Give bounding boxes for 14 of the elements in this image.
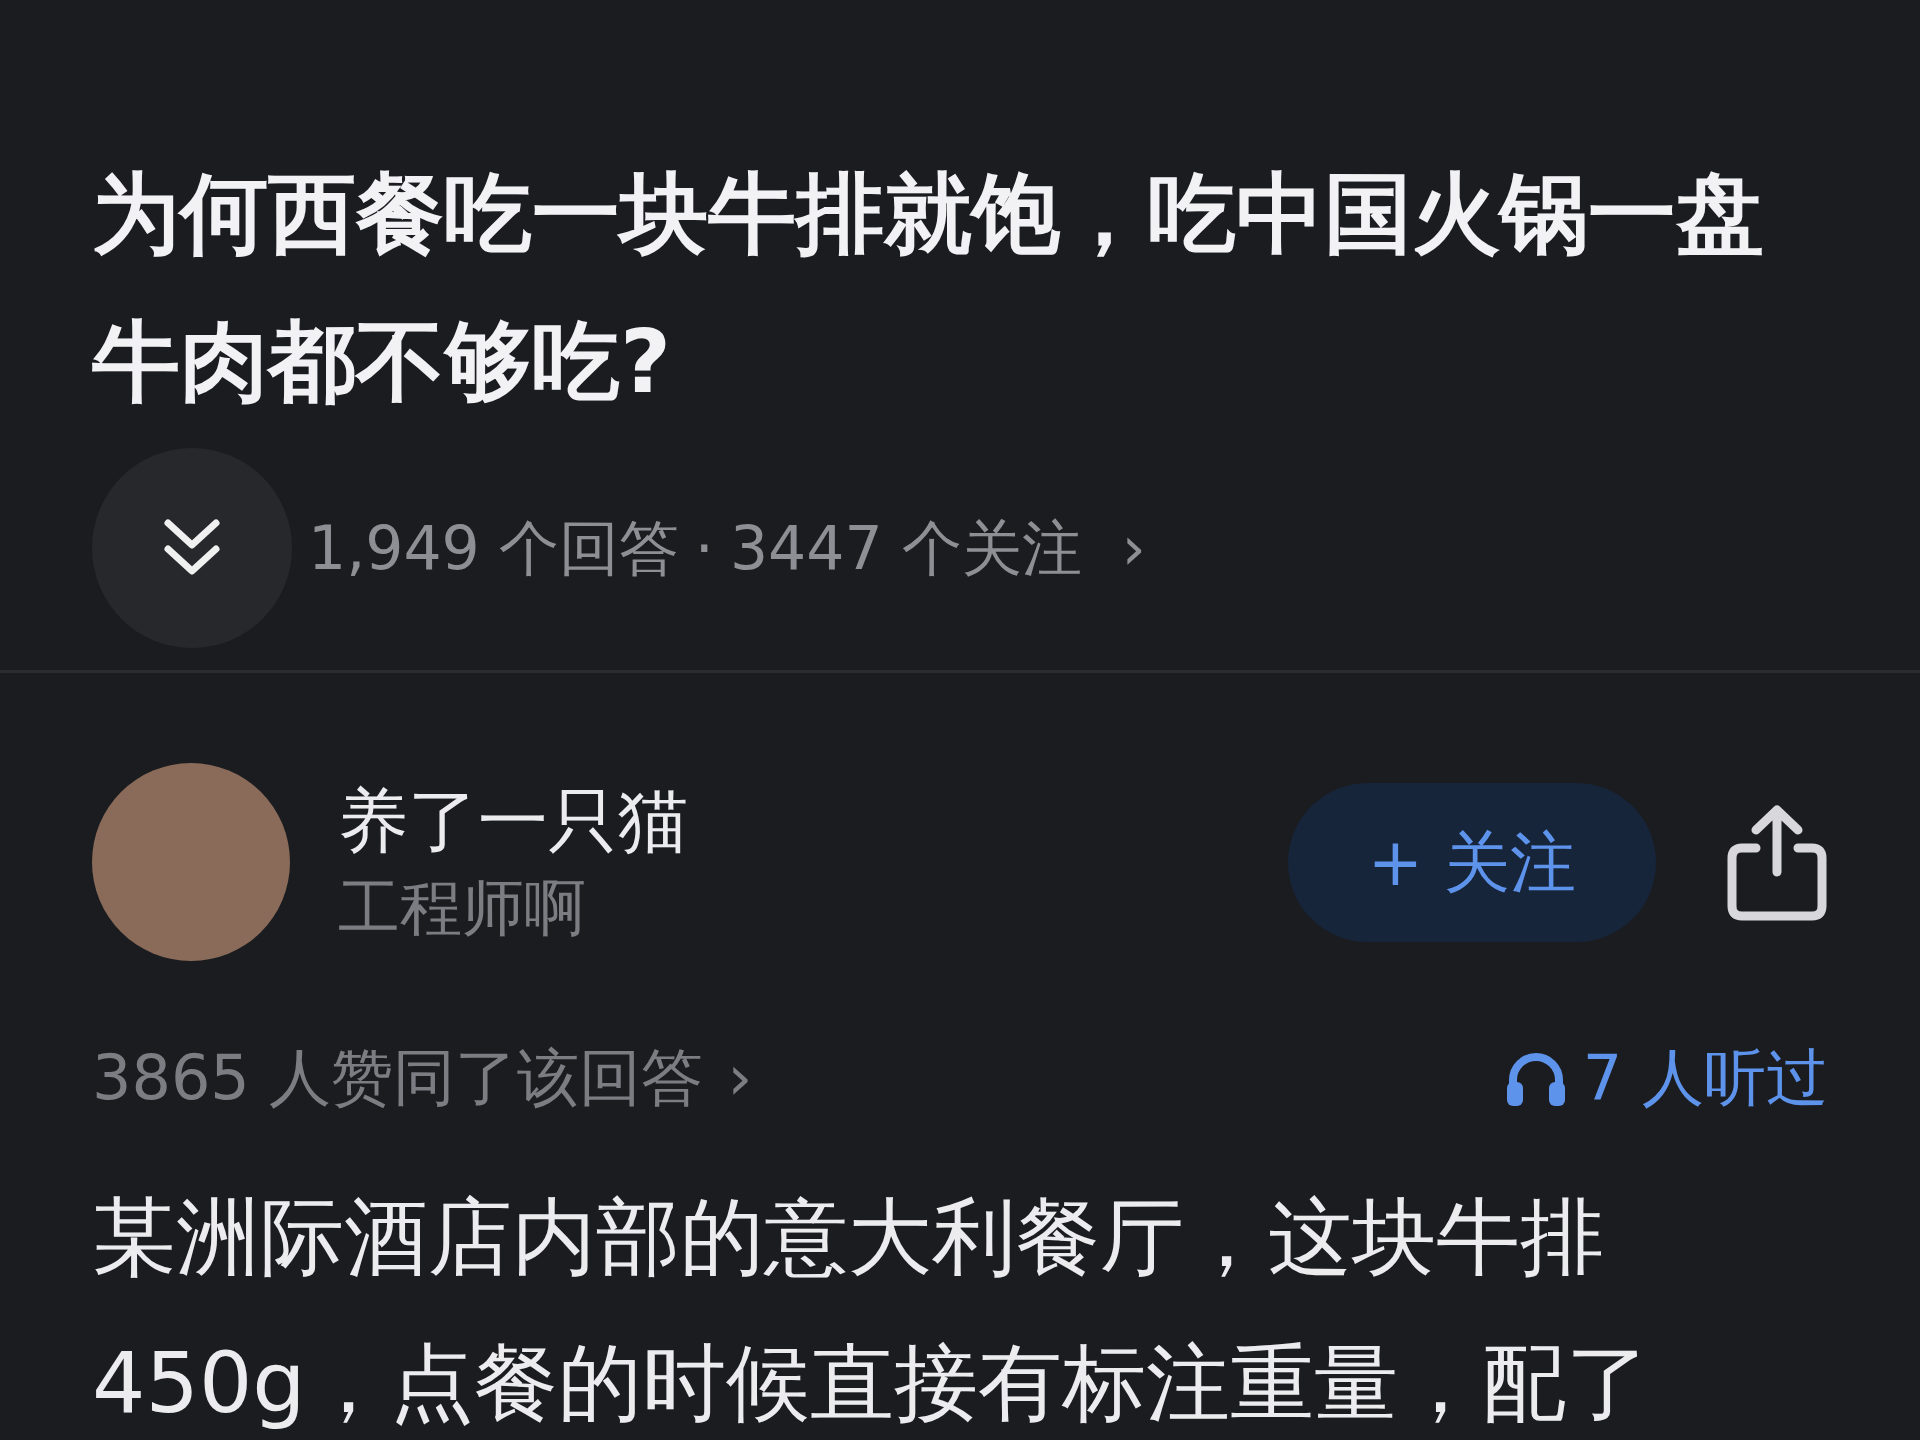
- agree-count[interactable]: 3865 人赞同了该回答: [92, 1031, 704, 1124]
- follow-button[interactable]: + 关注: [1287, 782, 1656, 942]
- answer-text: 某洲际酒店内部的意大利餐厅，这块牛排450g，点餐的时候直接有标注重量，配了: [92, 1187, 1651, 1434]
- listen-count: 7 人听过: [1582, 1040, 1828, 1116]
- chevron-icon[interactable]: ›: [1121, 503, 1146, 593]
- separator: ·: [694, 512, 714, 585]
- answers-count[interactable]: 1,949 个回答: [308, 503, 679, 593]
- author-bio: 工程师啊: [338, 870, 587, 946]
- followers-count[interactable]: 3447 个关注: [729, 503, 1082, 593]
- chevron-icon[interactable]: ›: [727, 1031, 753, 1124]
- author-name[interactable]: 养了一只猫: [338, 778, 1288, 863]
- share-button[interactable]: [1726, 802, 1828, 922]
- share-icon: [1726, 802, 1828, 922]
- question-title: 为何西餐吃一块牛排就饱，吃中国火锅一盘牛肉都不够吃?: [92, 161, 1765, 415]
